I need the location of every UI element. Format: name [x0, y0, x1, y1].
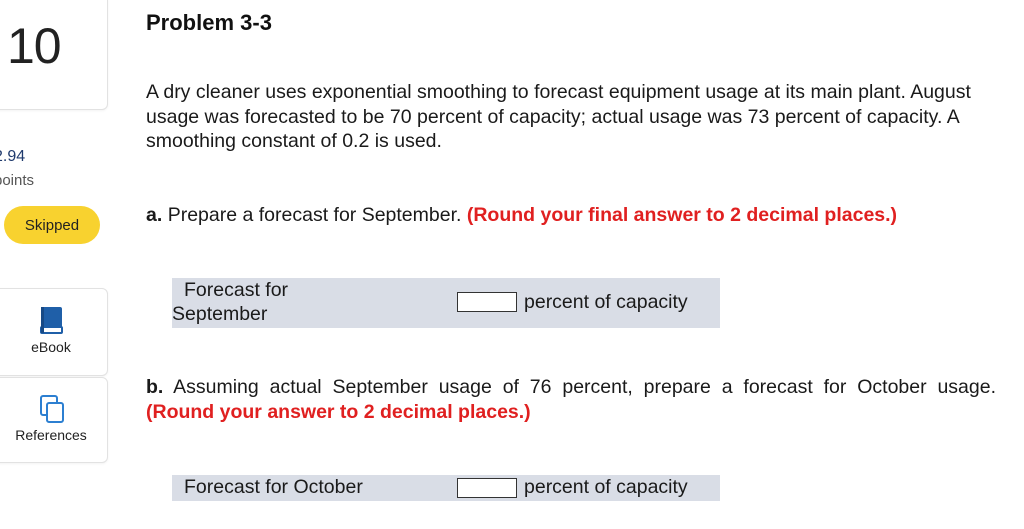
book-icon [40, 307, 63, 334]
problem-statement: A dry cleaner uses exponential smoothing… [146, 81, 971, 152]
forecast-september-label-line1: Forecast for [184, 279, 289, 301]
references-button[interactable]: References [0, 377, 108, 463]
part-b-letter: b. [146, 376, 164, 398]
page: 10 2.94 points Skipped eBook References … [0, 0, 1024, 529]
part-b-text: Assuming actual September usage of 76 pe… [173, 376, 996, 398]
ebook-button[interactable]: eBook [0, 288, 108, 376]
october-unit-label: percent of capacity [524, 476, 688, 498]
copy-pages-icon [40, 395, 64, 423]
answer-row-october: Forecast for October percent of capacity [172, 475, 720, 501]
status-badge: Skipped [4, 206, 100, 244]
part-a-hint: (Round your final answer to 2 decimal pl… [466, 204, 898, 226]
part-a-letter: a. [146, 204, 163, 226]
points-label: points [0, 172, 35, 189]
forecast-september-label: Forecast for September [172, 278, 288, 326]
part-b-hint: (Round your answer to 2 decimal places.) [146, 401, 531, 423]
part-a-question: a. Prepare a forecast for September. (Ro… [146, 203, 1006, 228]
answer-row-september: Forecast for September percent of capaci… [172, 278, 720, 328]
question-number-card: 10 [0, 0, 108, 110]
part-b-question: b. Assuming actual September usage of 76… [146, 375, 996, 425]
forecast-october-label: Forecast for October [184, 476, 363, 498]
references-label: References [15, 427, 87, 443]
question-number: 10 [7, 18, 62, 74]
ebook-label: eBook [31, 339, 71, 355]
part-a-text: Prepare a forecast for September. [167, 204, 462, 226]
points-value: 2.94 [0, 148, 26, 165]
forecast-september-input[interactable] [457, 292, 517, 312]
forecast-october-input[interactable] [457, 478, 517, 498]
forecast-september-label-line2: September [172, 303, 268, 325]
september-unit-label: percent of capacity [524, 291, 688, 313]
problem-title: Problem 3-3 [146, 10, 272, 35]
